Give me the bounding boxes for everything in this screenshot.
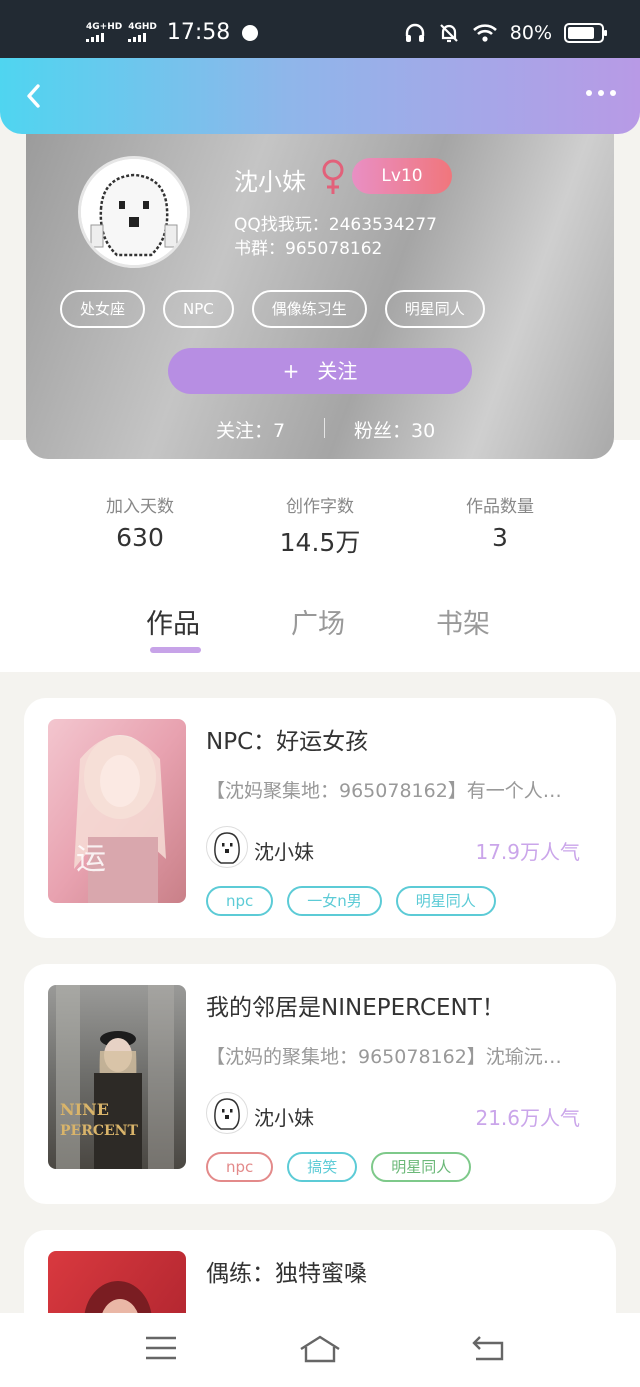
book-cover-image: NINE PERCENT bbox=[48, 985, 186, 1169]
bio-qq: QQ找我玩：2463534277 bbox=[234, 215, 437, 235]
top-app-bar bbox=[0, 58, 640, 134]
book-title[interactable]: NPC：好运女孩 bbox=[206, 722, 368, 756]
battery-fill bbox=[568, 27, 594, 39]
book-description: 【沈妈的聚集地：965078162】沈瑜沅… bbox=[206, 1046, 562, 1068]
book-tag[interactable]: 明星同人 bbox=[371, 1152, 472, 1182]
stat-value: 14.5万 bbox=[279, 528, 361, 557]
svg-text:NINE: NINE bbox=[60, 1100, 109, 1119]
divider bbox=[324, 418, 325, 438]
book-tag[interactable]: npc bbox=[206, 886, 274, 916]
profile-tags: 处女座 NPC 偶像练习生 明星同人 bbox=[60, 290, 485, 328]
profile-tag: NPC bbox=[163, 290, 234, 328]
author-avatar-icon bbox=[214, 1098, 240, 1130]
female-icon bbox=[322, 159, 344, 194]
follow-button[interactable]: + 关注 bbox=[168, 348, 472, 394]
follow-counts: 关注：7 粉丝：30 bbox=[26, 414, 614, 444]
signal-icon bbox=[86, 32, 122, 42]
book-card[interactable]: 运 NPC：好运女孩 【沈妈聚集地：965078162】有一个人… 沈小妹 17… bbox=[24, 698, 616, 938]
author-avatar[interactable] bbox=[206, 826, 248, 868]
status-bar: 4G+HD 4GHD 17:58 80% bbox=[0, 0, 640, 58]
home-icon[interactable] bbox=[298, 1333, 342, 1365]
following-count[interactable]: 关注：7 bbox=[216, 416, 285, 443]
menu-icon[interactable] bbox=[144, 1333, 178, 1363]
wifi-icon bbox=[472, 24, 497, 42]
profile-card: 沈小妹 Lv10 QQ找我玩：2463534277 书群：965078162 处… bbox=[26, 112, 614, 459]
stat-label: 创作字数 bbox=[286, 497, 354, 517]
avatar[interactable] bbox=[78, 156, 190, 268]
book-tag[interactable]: 明星同人 bbox=[395, 886, 496, 916]
chevron-left-icon[interactable] bbox=[24, 82, 42, 110]
book-description: 【沈妈聚集地：965078162】有一个人… bbox=[206, 780, 562, 802]
stat-value: 630 bbox=[116, 523, 164, 552]
stat-label: 加入天数 bbox=[106, 497, 174, 517]
signal-icon bbox=[128, 32, 157, 42]
author-name[interactable]: 沈小妹 bbox=[254, 1102, 314, 1131]
book-cover-image: 运 bbox=[48, 719, 186, 903]
book-title[interactable]: 我的邻居是NINEPERCENT！ bbox=[206, 988, 505, 1022]
book-cover[interactable]: 运 bbox=[48, 719, 186, 903]
fans-count[interactable]: 粉丝：30 bbox=[354, 416, 435, 443]
network-indicator-2: 4GHD bbox=[128, 23, 157, 42]
headphones-icon bbox=[405, 23, 424, 42]
popularity: 21.6万人气 bbox=[475, 1106, 580, 1130]
tab-indicator bbox=[150, 647, 201, 653]
stat-join-days: 加入天数 630 bbox=[70, 492, 210, 552]
tab-square[interactable]: 广场 bbox=[291, 602, 345, 641]
book-tag[interactable]: npc bbox=[206, 1152, 274, 1182]
book-card[interactable]: NINE PERCENT 我的邻居是NINEPERCENT！ 【沈妈的聚集地：9… bbox=[24, 964, 616, 1204]
book-tag[interactable]: 一女n男 bbox=[287, 886, 382, 916]
svg-text:PERCENT: PERCENT bbox=[60, 1123, 138, 1139]
book-tag[interactable]: 搞笑 bbox=[287, 1152, 358, 1182]
nickname: 沈小妹 bbox=[234, 168, 306, 196]
stat-label: 作品数量 bbox=[466, 497, 534, 517]
book-title[interactable]: 偶练：独特蜜嗓 bbox=[206, 1254, 367, 1288]
profile-tag: 偶像练习生 bbox=[251, 290, 367, 328]
clock: 17:58 bbox=[166, 20, 231, 45]
avatar-face-icon bbox=[81, 159, 187, 265]
book-tags: npc 一女n男 明星同人 bbox=[206, 886, 496, 916]
svg-text:运: 运 bbox=[76, 842, 106, 877]
level-badge: Lv10 bbox=[352, 158, 452, 194]
globe-icon bbox=[242, 24, 259, 41]
back-icon[interactable] bbox=[470, 1333, 506, 1363]
book-tags: npc 搞笑 明星同人 bbox=[206, 1152, 472, 1182]
network-label-1: 4G+HD bbox=[86, 22, 123, 32]
book-cover[interactable]: NINE PERCENT bbox=[48, 985, 186, 1169]
battery-percent: 80% bbox=[509, 22, 552, 44]
network-indicator-1: 4G+HD bbox=[86, 23, 122, 42]
bio-book-group: 书群：965078162 bbox=[234, 239, 383, 259]
author-avatar-icon bbox=[214, 832, 240, 864]
battery-icon bbox=[564, 23, 607, 43]
author-avatar[interactable] bbox=[206, 1092, 248, 1134]
network-label-2: 4GHD bbox=[128, 22, 157, 32]
plus-icon: + bbox=[282, 359, 300, 383]
tab-works[interactable]: 作品 bbox=[146, 602, 200, 641]
stat-value: 3 bbox=[492, 523, 508, 552]
more-dots-icon[interactable] bbox=[586, 90, 616, 96]
author-name[interactable]: 沈小妹 bbox=[254, 836, 314, 865]
stats-card: 加入天数 630 创作字数 14.5万 作品数量 3 bbox=[52, 440, 588, 581]
follow-label: 关注 bbox=[317, 359, 358, 383]
stat-word-count: 创作字数 14.5万 bbox=[250, 492, 390, 559]
bell-muted-icon bbox=[439, 24, 458, 43]
profile-tag: 明星同人 bbox=[384, 290, 485, 328]
tab-bookshelf[interactable]: 书架 bbox=[436, 602, 490, 641]
system-nav-bar bbox=[0, 1313, 640, 1387]
popularity: 17.9万人气 bbox=[475, 840, 580, 864]
stat-works-count: 作品数量 3 bbox=[430, 492, 570, 552]
profile-tag: 处女座 bbox=[60, 290, 146, 328]
